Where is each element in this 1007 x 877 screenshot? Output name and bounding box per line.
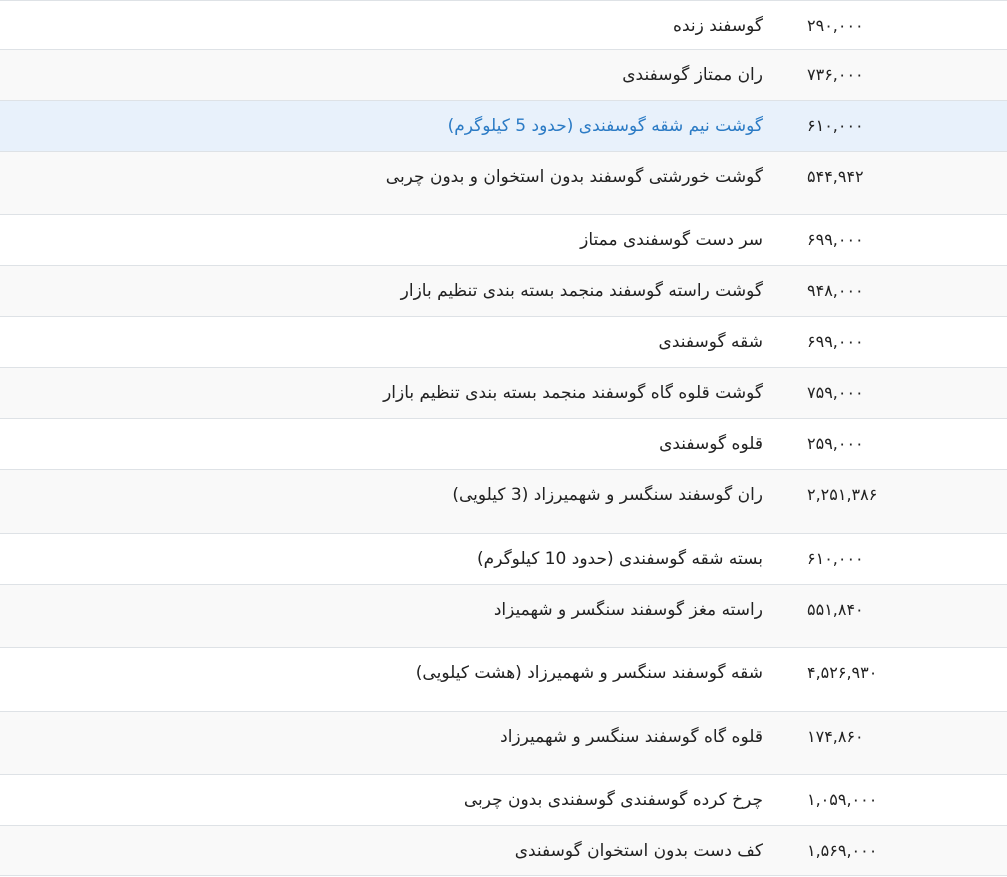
table-row: شقه گوسفندی ۶۹۹,۰۰۰ [0,316,1007,368]
product-name: گوشت قلوه گاه گوسفند منجمد بسته بندی تنظ… [383,383,763,403]
price-table: گوسفند زنده ۲۹۰,۰۰۰ ران ممتاز گوسفندی ۷۳… [0,0,1007,876]
table-row: گوشت خورشتی گوسفند بدون استخوان و بدون چ… [0,151,1007,215]
product-name: کف دست بدون استخوان گوسفندی [514,841,763,861]
product-price: ۲۹۰,۰۰۰ [807,16,864,35]
table-row: بسته شقه گوسفندی (حدود 10 کیلوگرم) ۶۱۰,۰… [0,533,1007,585]
product-price: ۵۴۴,۹۴۲ [807,167,864,186]
product-name: راسته مغز گوسفند سنگسر و شهمیزاد [493,600,763,620]
product-name: قلوه گوسفندی [659,434,763,454]
price-table-body: گوسفند زنده ۲۹۰,۰۰۰ ران ممتاز گوسفندی ۷۳… [0,0,1007,876]
product-price: ۹۴۸,۰۰۰ [807,281,864,300]
table-row: سر دست گوسفندی ممتاز ۶۹۹,۰۰۰ [0,214,1007,266]
table-row: گوشت راسته گوسفند منجمد بسته بندی تنظیم … [0,265,1007,317]
product-name: سر دست گوسفندی ممتاز [580,230,763,250]
product-price: ۲۵۹,۰۰۰ [807,434,864,453]
table-row: قلوه گاه گوسفند سنگسر و شهمیرزاد ۱۷۴,۸۶۰ [0,711,1007,775]
product-price: ۴,۵۲۶,۹۳۰ [807,663,878,682]
product-price: ۶۱۰,۰۰۰ [807,549,864,568]
table-row: ران گوسفند سنگسر و شهمیرزاد (3 کیلویی) ۲… [0,469,1007,534]
product-price: ۵۵۱,۸۴۰ [807,600,864,619]
product-name: گوسفند زنده [673,16,763,36]
product-price: ۷۳۶,۰۰۰ [807,65,864,84]
product-price: ۷۵۹,۰۰۰ [807,383,864,402]
product-name: گوشت خورشتی گوسفند بدون استخوان و بدون چ… [385,167,763,187]
table-row: راسته مغز گوسفند سنگسر و شهمیزاد ۵۵۱,۸۴۰ [0,584,1007,648]
product-price: ۲,۲۵۱,۳۸۶ [807,485,878,504]
product-name: گوشت راسته گوسفند منجمد بسته بندی تنظیم … [400,281,763,301]
product-price: ۱,۰۵۹,۰۰۰ [807,790,878,809]
table-row: گوشت قلوه گاه گوسفند منجمد بسته بندی تنظ… [0,367,1007,419]
table-row[interactable]: گوشت نیم شقه گوسفندی (حدود 5 کیلوگرم) ۶۱… [0,100,1007,152]
product-name: بسته شقه گوسفندی (حدود 10 کیلوگرم) [477,549,763,569]
product-name: ران ممتاز گوسفندی [622,65,763,85]
product-price: ۶۹۹,۰۰۰ [807,332,864,351]
table-row: گوسفند زنده ۲۹۰,۰۰۰ [0,0,1007,50]
product-name: چرخ کرده گوسفندی گوسفندی بدون چربی [463,790,763,810]
table-row: قلوه گوسفندی ۲۵۹,۰۰۰ [0,418,1007,470]
product-name-link[interactable]: گوشت نیم شقه گوسفندی (حدود 5 کیلوگرم) [0,101,785,152]
product-name: شقه گوسفندی [658,332,763,352]
product-price: ۱,۵۶۹,۰۰۰ [807,841,878,860]
product-name: قلوه گاه گوسفند سنگسر و شهمیرزاد [500,727,763,747]
table-row: کف دست بدون استخوان گوسفندی ۱,۵۶۹,۰۰۰ [0,825,1007,876]
product-name: شقه گوسفند سنگسر و شهمیرزاد (هشت کیلویی) [415,663,763,683]
product-price: ۱۷۴,۸۶۰ [807,727,864,746]
product-price: ۶۱۰,۰۰۰ [807,116,864,135]
table-row: شقه گوسفند سنگسر و شهمیرزاد (هشت کیلویی)… [0,647,1007,712]
product-price: ۶۹۹,۰۰۰ [807,230,864,249]
table-row: چرخ کرده گوسفندی گوسفندی بدون چربی ۱,۰۵۹… [0,774,1007,826]
table-row: ران ممتاز گوسفندی ۷۳۶,۰۰۰ [0,49,1007,101]
product-name: ران گوسفند سنگسر و شهمیرزاد (3 کیلویی) [452,485,763,505]
